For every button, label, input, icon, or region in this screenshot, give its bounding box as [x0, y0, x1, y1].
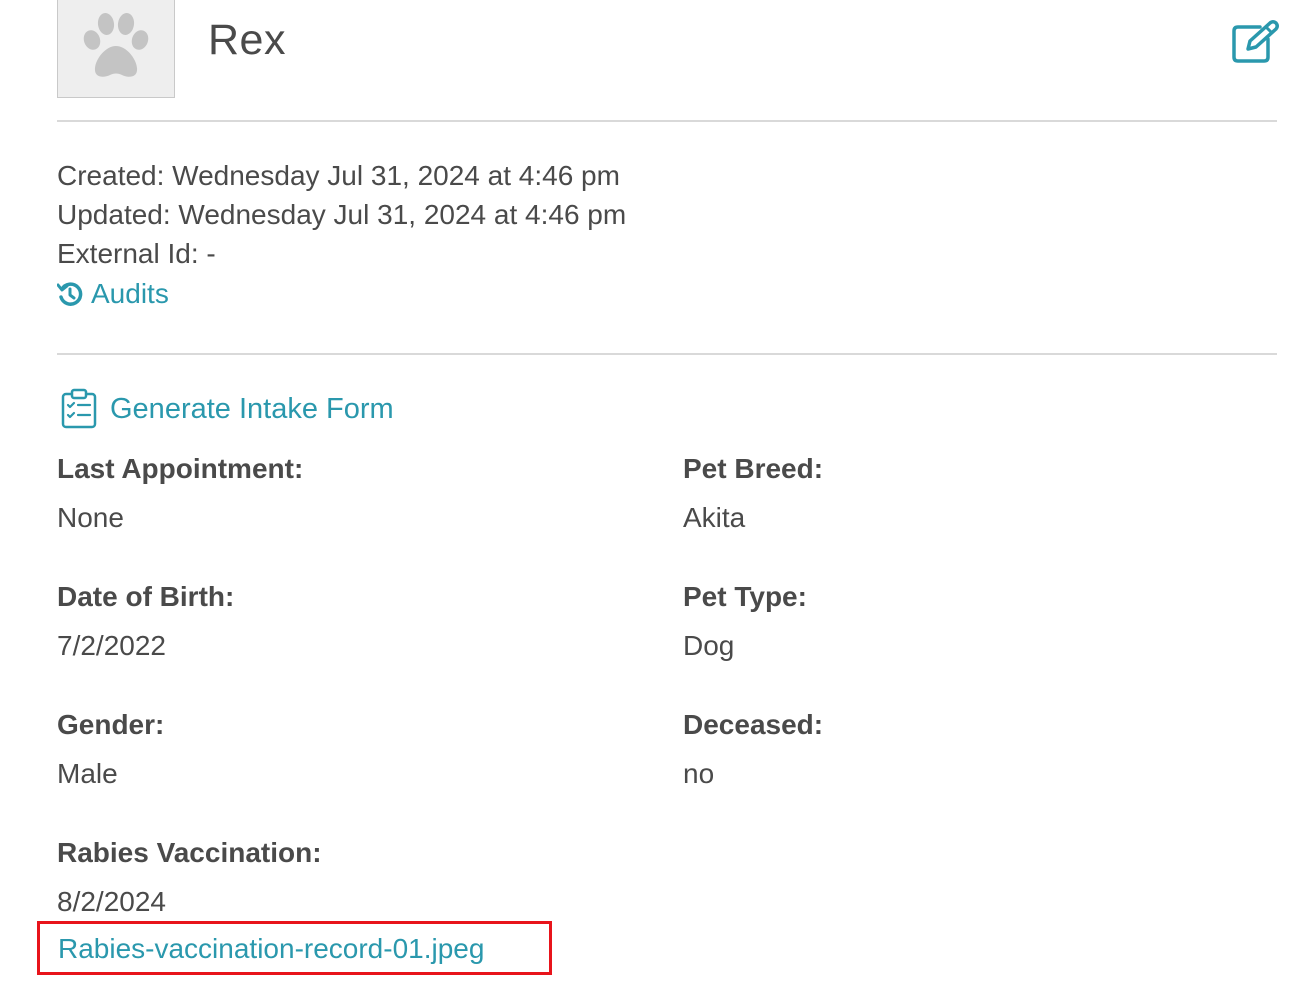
external-id: External Id: - — [57, 238, 216, 269]
generate-intake-form-link[interactable]: Generate Intake Form — [60, 388, 394, 430]
deceased-value: no — [683, 758, 715, 789]
pet-name: Rex — [208, 16, 286, 64]
rabies-attachment-link[interactable]: Rabies-vaccination-record-01.jpeg — [58, 931, 484, 967]
clipboard-check-icon — [61, 388, 97, 429]
edit-button[interactable] — [1230, 19, 1280, 65]
pet-avatar — [57, 0, 175, 98]
rabies-vaccination-label: Rabies Vaccination: — [57, 837, 322, 868]
gender-label: Gender: — [57, 709, 165, 740]
pet-breed-value: Akita — [683, 502, 746, 533]
created-timestamp: Created: Wednesday Jul 31, 2024 at 4:46 … — [57, 160, 620, 191]
audits-link[interactable]: Audits — [57, 276, 169, 312]
deceased-label: Deceased: — [683, 709, 824, 740]
date-of-birth-value: 7/2/2022 — [57, 630, 166, 661]
updated-timestamp: Updated: Wednesday Jul 31, 2024 at 4:46 … — [57, 199, 627, 230]
header-divider — [57, 120, 1277, 122]
pet-type-label: Pet Type: — [683, 581, 807, 612]
audits-label: Audits — [91, 278, 169, 309]
pet-breed-label: Pet Breed: — [683, 453, 824, 484]
generate-intake-form-label: Generate Intake Form — [110, 393, 394, 425]
last-appointment-label: Last Appointment: — [57, 453, 304, 484]
pet-type-value: Dog — [683, 630, 735, 661]
history-icon — [57, 282, 83, 306]
last-appointment-value: None — [57, 502, 124, 533]
gender-value: Male — [57, 758, 118, 789]
edit-icon — [1232, 20, 1279, 63]
rabies-vaccination-value: 8/2/2024 — [57, 886, 166, 917]
paw-icon — [83, 13, 149, 77]
date-of-birth-label: Date of Birth: — [57, 581, 235, 612]
meta-divider — [57, 353, 1277, 355]
